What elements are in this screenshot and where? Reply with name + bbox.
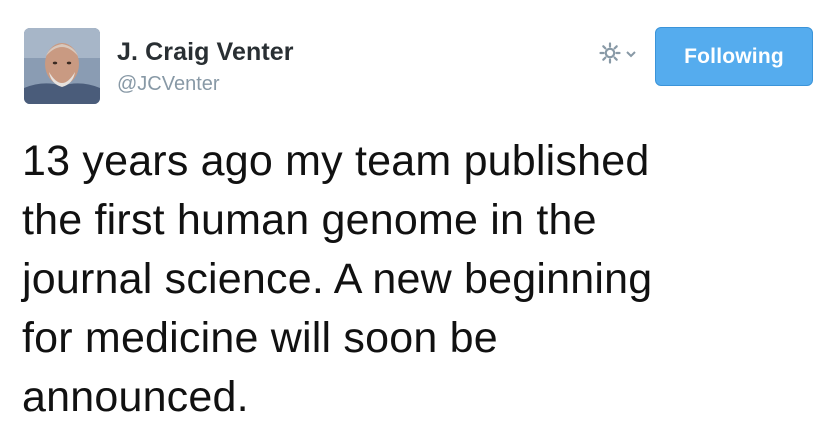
user-actions-dropdown[interactable] [598, 41, 642, 70]
avatar-photo [24, 28, 100, 104]
following-button[interactable]: Following [655, 27, 813, 86]
author-display-name[interactable]: J. Craig Venter [117, 38, 294, 67]
author-avatar[interactable] [24, 28, 100, 104]
author-handle[interactable]: @JCVenter [117, 73, 220, 96]
gear-icon [598, 41, 622, 70]
tweet-text: 13 years ago my team published the first… [22, 137, 653, 421]
tweet-card: J. Craig Venter @JCVenter Following 13 y… [0, 0, 840, 435]
chevron-down-icon [625, 46, 637, 64]
